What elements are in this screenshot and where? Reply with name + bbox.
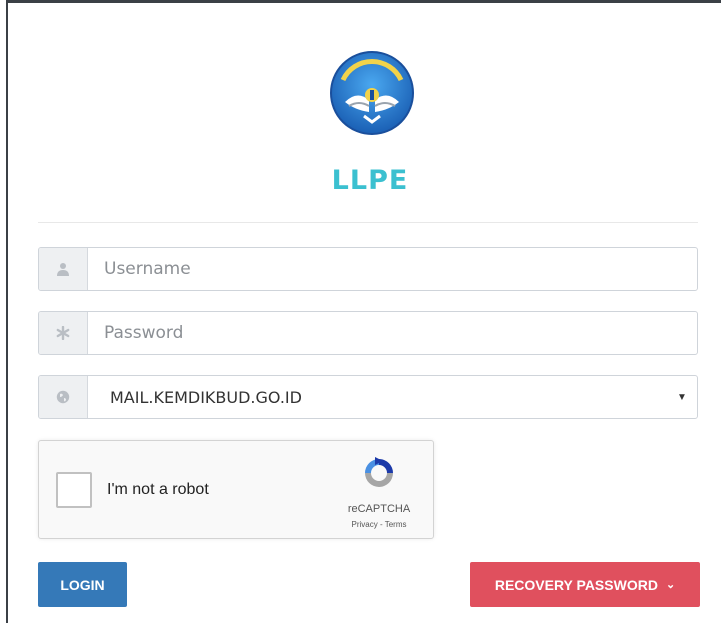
asterisk-icon	[39, 312, 88, 354]
login-button[interactable]: LOGIN	[38, 562, 127, 607]
password-field-group	[38, 311, 698, 355]
header-divider	[38, 222, 698, 223]
recaptcha-brand: reCAPTCHA	[347, 503, 411, 515]
recovery-password-label: RECOVERY PASSWORD	[494, 576, 658, 593]
tut-wuri-handayani-logo	[330, 51, 414, 135]
recaptcha-label: I'm not a robot	[107, 481, 209, 498]
username-input[interactable]	[88, 248, 697, 290]
window-left-border	[0, 0, 8, 623]
recaptcha-privacy-terms[interactable]: Privacy - Terms	[339, 520, 419, 529]
caret-down-icon: ▼	[677, 391, 687, 403]
domain-select[interactable]: MAIL.KEMDIKBUD.GO.ID ▼	[38, 375, 698, 419]
recaptcha-checkbox[interactable]	[56, 472, 92, 508]
recaptcha-icon	[365, 457, 393, 487]
window-top-border	[0, 0, 721, 3]
recovery-password-button[interactable]: RECOVERY PASSWORD ⌄	[470, 562, 700, 607]
username-field-group	[38, 247, 698, 291]
user-icon	[39, 248, 88, 290]
password-input[interactable]	[88, 312, 697, 354]
chevron-down-icon: ⌄	[665, 579, 676, 591]
recaptcha-widget: I'm not a robot reCAPTCHA Privacy - Term…	[38, 440, 434, 539]
app-title: LLPE	[331, 165, 409, 196]
domain-select-value: MAIL.KEMDIKBUD.GO.ID	[110, 387, 302, 407]
globe-icon	[39, 376, 88, 418]
